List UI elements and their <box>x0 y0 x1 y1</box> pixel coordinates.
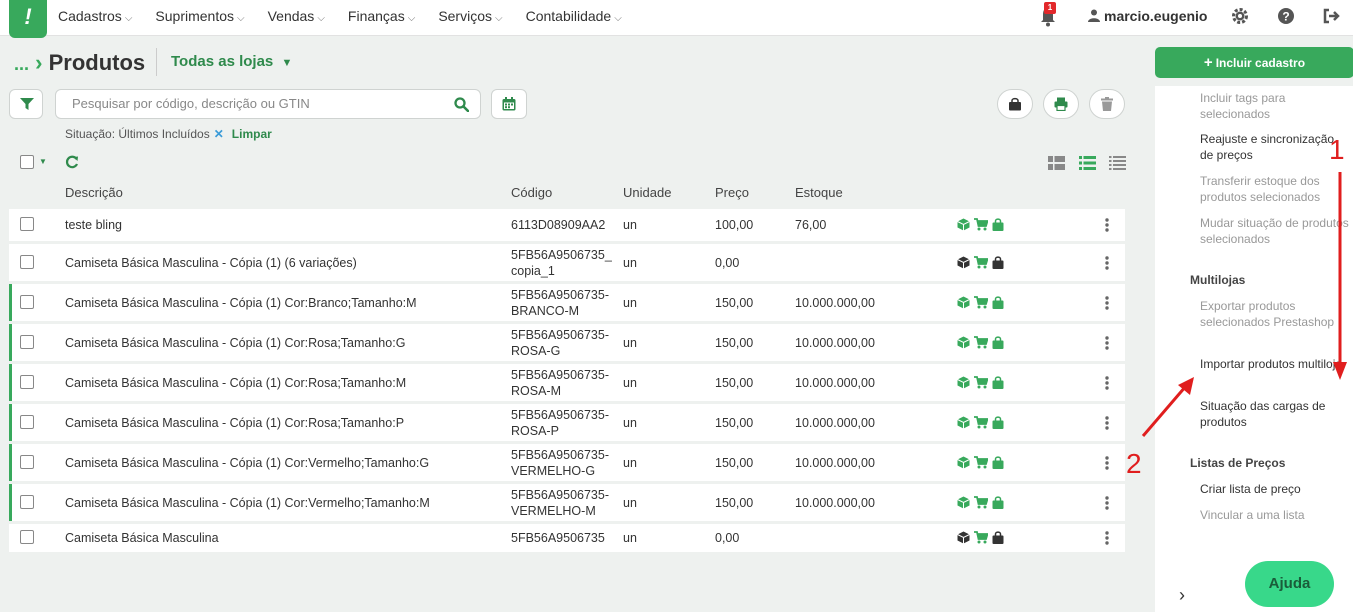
annotation-arrowhead-down <box>1333 362 1347 380</box>
annotation-arrow-diagonal <box>1141 385 1188 437</box>
annotation-arrows <box>1141 172 1347 437</box>
